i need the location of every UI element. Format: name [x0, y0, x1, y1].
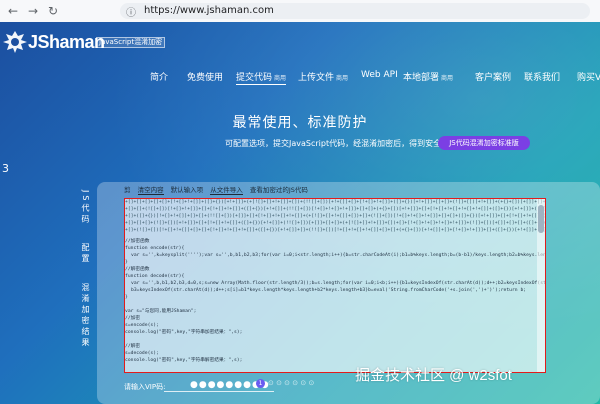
- code-editor[interactable]: +[]+[]+[]+[]+[]+[!+[]+!+[]]+([]+{})[+!+[…: [124, 198, 546, 373]
- code-line: b3=keysIndexOf(str.charAt(d));d++;s[i]=b…: [131, 288, 527, 293]
- code-line: console.log("密码",key,"字符串加密结果：",s);: [125, 330, 243, 335]
- info-icon[interactable]: ⓘ: [126, 4, 136, 19]
- code-line: var s='',b,b1,b2,b3,d=0,s;s=new Array(Ma…: [131, 281, 545, 286]
- nav-item-webapi[interactable]: Web API: [361, 70, 398, 80]
- toolbar-prefix: 剪: [124, 186, 131, 194]
- reload-icon[interactable]: ↻: [46, 4, 60, 18]
- code-line: function encode(str){: [125, 246, 185, 251]
- code-line: +[]+(![]+[])[!+[]+!+[]]+[]+[]+[!+[]+!+[]…: [125, 228, 545, 233]
- code-line: +[]+[]+[]+(![]+[])[+!+[]]+[]+[!+[]+!+[]]…: [125, 221, 545, 226]
- brand-badge: JavaScript混淆加密: [96, 37, 166, 48]
- code-content: +[]+[]+[]+[]+[]+[!+[]+!+[]]+([]+{})[+!+[…: [125, 199, 545, 364]
- code-line: +[]+[]+(![]+[])[!+[]+!+[]]+[]+[!+[]+!+[]…: [125, 207, 546, 212]
- clear-content-button[interactable]: 清空内容: [137, 186, 164, 195]
- editor-scrollbar[interactable]: [537, 199, 545, 372]
- code-line: //解密函数: [125, 267, 150, 272]
- nav-item-deploy[interactable]: 本地部署 商用: [403, 70, 453, 83]
- vip-number-badge[interactable]: 1: [256, 379, 265, 388]
- code-line: s=encode(s);: [125, 323, 159, 328]
- left-edge-number: 3: [2, 162, 9, 175]
- nav-item-buy[interactable]: 购买V: [577, 70, 600, 83]
- watermark: 掘金技术社区 @ w2sfot: [355, 367, 512, 384]
- brand-name[interactable]: JShaman: [28, 32, 105, 53]
- standard-edition-button[interactable]: JS代码混淆加密标准版: [438, 136, 530, 150]
- nav-item-intro[interactable]: 简介: [150, 70, 168, 83]
- default-input-button[interactable]: 默认输入项: [171, 186, 204, 194]
- nav-item-submit-code[interactable]: 提交代码 商用: [236, 70, 287, 85]
- vip-label: 请输入VIP码:: [124, 383, 166, 391]
- code-line: //加密: [125, 316, 141, 321]
- code-line: }: [125, 295, 128, 300]
- view-encrypted-button[interactable]: 查看加密过的JS代码: [250, 186, 308, 194]
- code-line: s=decode(s);: [125, 351, 159, 356]
- code-line: }: [125, 260, 128, 265]
- hero-title: 最常使用、标准防护: [232, 115, 368, 131]
- site-page: JShaman JavaScript混淆加密 简介 免费使用 提交代码 商用 上传…: [0, 22, 600, 404]
- forward-arrow-icon[interactable]: →: [26, 4, 40, 18]
- code-line: var s='',k=keysplit('''');var s='',b,b1,…: [131, 253, 545, 258]
- code-line: function decode(str){: [125, 274, 185, 279]
- editor-toolbar: 剪 清空内容 默认输入项 从文件导入 查看加密过的JS代码: [124, 184, 313, 195]
- back-arrow-icon[interactable]: ←: [6, 4, 20, 18]
- side-tab-config[interactable]: 配置: [80, 243, 91, 265]
- nav-item-upload[interactable]: 上传文件 商用: [298, 70, 348, 83]
- url-text: https://www.jshaman.com: [144, 5, 274, 16]
- side-tab-js-code[interactable]: JS代码: [80, 190, 91, 225]
- vip-actions: 1 ⊙ ⊙ ⊙ ⊙ ⊙ ⊙: [256, 379, 314, 388]
- import-file-button[interactable]: 从文件导入: [210, 186, 243, 195]
- shaman-logo-icon[interactable]: [2, 30, 28, 54]
- code-line: console.log("密码",key,"字符串解密结果：",s);: [125, 358, 243, 363]
- nav-item-free[interactable]: 免费使用: [187, 70, 223, 83]
- browser-toolbar: ← → ↻ ⓘ https://www.jshaman.com: [0, 0, 600, 23]
- code-line: +[]+[]+[]+[]+[]+[!+[]+!+[]]+([]+{})[+!+[…: [125, 200, 545, 205]
- side-tabs: JS代码 配置 混淆加密结果: [80, 190, 98, 367]
- nav-item-contact[interactable]: 联系我们: [524, 70, 560, 83]
- address-bar[interactable]: ⓘ https://www.jshaman.com: [120, 3, 590, 19]
- vip-option-icons[interactable]: ⊙ ⊙ ⊙ ⊙ ⊙ ⊙: [268, 379, 314, 387]
- code-line: //加密函数: [125, 239, 150, 244]
- code-line: var s="与您同,能用JShaman";: [125, 309, 197, 314]
- scrollbar-thumb[interactable]: [538, 205, 544, 233]
- nav-item-cases[interactable]: 客户案例: [475, 70, 511, 83]
- side-tab-result[interactable]: 混淆加密结果: [80, 283, 91, 349]
- code-line: +[]+([]+{})[!+[]+!+[]]+[]+[]+(!![]+[])[+…: [125, 214, 545, 219]
- code-line: //解密: [125, 344, 141, 349]
